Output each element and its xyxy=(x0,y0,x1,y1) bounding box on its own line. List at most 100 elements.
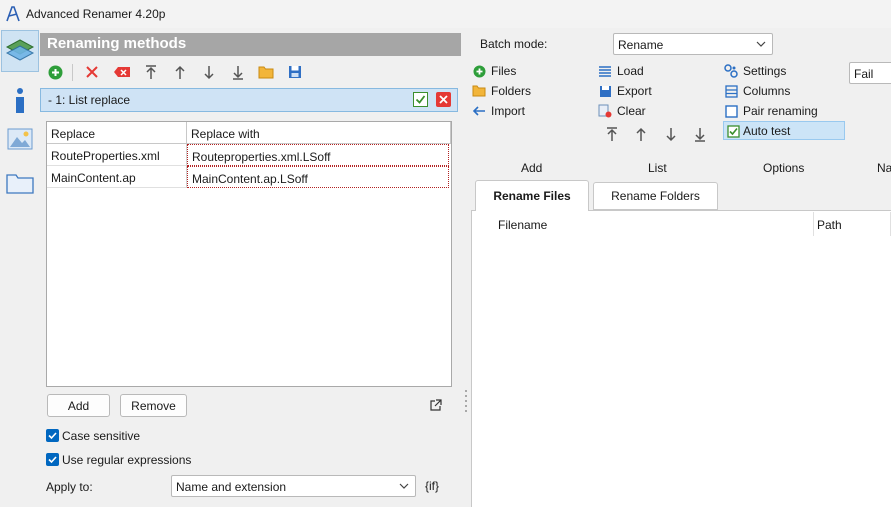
move-up-button[interactable] xyxy=(172,64,188,80)
check-icon xyxy=(415,95,426,104)
regex-checkbox[interactable] xyxy=(46,453,59,466)
clear-methods-button[interactable] xyxy=(112,64,132,80)
method-enabled-toggle[interactable] xyxy=(413,92,428,107)
export-button[interactable]: Export xyxy=(617,84,652,98)
section-add-label: Add xyxy=(521,161,543,175)
grid-header-replace-with[interactable]: Replace with xyxy=(187,122,451,144)
splitter-grip[interactable] xyxy=(465,395,467,397)
checkbox-empty-icon xyxy=(724,104,738,118)
grid-header-replace[interactable]: Replace xyxy=(47,122,187,144)
list-move-top-button[interactable] xyxy=(604,126,620,142)
add-files-icon xyxy=(472,64,486,78)
grid-cell[interactable]: RouteProperties.xml xyxy=(47,144,187,166)
arrow-up-icon xyxy=(636,127,646,141)
eraser-icon xyxy=(114,67,130,77)
info-icon xyxy=(16,88,24,113)
list-header-path[interactable]: Path xyxy=(813,212,891,236)
add-row-button[interactable]: Add xyxy=(47,394,110,417)
grid-cell[interactable]: Routeproperties.xml.LSoff xyxy=(187,144,449,166)
splitter-grip[interactable] xyxy=(465,405,467,407)
fail-value: Fail xyxy=(854,67,874,81)
x-icon xyxy=(86,66,98,78)
case-sensitive-checkbox[interactable] xyxy=(46,429,59,442)
window-title: Advanced Renamer 4.20p xyxy=(26,7,166,21)
batch-mode-value: Rename xyxy=(618,38,664,52)
arrow-top-icon xyxy=(146,64,156,79)
vtab-image[interactable] xyxy=(1,118,39,160)
clear-list-icon xyxy=(598,104,612,118)
add-folders-icon xyxy=(472,84,486,98)
close-icon xyxy=(439,95,448,104)
save-icon xyxy=(289,66,301,78)
grid-cell[interactable]: MainContent.ap xyxy=(47,166,187,188)
method-remove-button[interactable] xyxy=(436,92,451,107)
section-list-label: List xyxy=(648,161,667,175)
pair-renaming-label[interactable]: Pair renaming xyxy=(743,104,818,118)
fail-select[interactable]: Fail xyxy=(849,62,891,84)
columns-button[interactable]: Columns xyxy=(743,84,790,98)
apply-to-value: Name and extension xyxy=(176,480,287,494)
popout-button[interactable] xyxy=(427,397,443,413)
import-icon xyxy=(472,104,486,118)
arrow-down-icon xyxy=(666,127,676,141)
add-folders-button[interactable]: Folders xyxy=(491,84,531,98)
export-icon xyxy=(598,84,612,98)
checkmark-icon xyxy=(48,456,57,464)
external-link-icon xyxy=(429,398,442,411)
image-icon xyxy=(7,128,33,150)
arrow-top-icon xyxy=(607,126,617,141)
splitter-grip[interactable] xyxy=(465,410,467,412)
batch-mode-select[interactable]: Rename xyxy=(613,33,773,55)
plus-circle-icon xyxy=(48,65,62,79)
settings-button[interactable]: Settings xyxy=(743,64,786,78)
arrow-bottom-icon xyxy=(695,127,705,142)
chevron-down-icon xyxy=(756,41,766,47)
remove-row-button[interactable]: Remove xyxy=(120,394,187,417)
file-list[interactable] xyxy=(471,211,891,507)
checkbox-checked-icon xyxy=(726,124,740,138)
tab-rename-files[interactable]: Rename Files xyxy=(475,180,589,211)
settings-icon xyxy=(724,64,738,78)
move-down-button[interactable] xyxy=(201,64,217,80)
save-preset-button[interactable] xyxy=(287,64,303,80)
open-preset-button[interactable] xyxy=(258,64,274,80)
if-button[interactable]: {if} xyxy=(425,479,439,493)
apply-to-label: Apply to: xyxy=(46,480,93,494)
auto-test-checkbox[interactable] xyxy=(726,124,740,138)
list-move-down-button[interactable] xyxy=(663,126,679,142)
checkmark-icon xyxy=(48,432,57,440)
splitter-grip[interactable] xyxy=(465,400,467,402)
move-bottom-button[interactable] xyxy=(230,64,246,80)
load-icon xyxy=(598,64,612,78)
splitter-grip[interactable] xyxy=(465,390,467,392)
folder-outline-icon xyxy=(6,174,34,194)
vtab-info[interactable] xyxy=(1,80,39,122)
grid-cell[interactable]: MainContent.ap.LSoff xyxy=(187,166,449,188)
add-method-button[interactable] xyxy=(47,64,63,80)
delete-method-button[interactable] xyxy=(84,64,100,80)
apply-to-select[interactable]: Name and extension xyxy=(171,475,416,497)
import-button[interactable]: Import xyxy=(491,104,525,118)
regex-label: Use regular expressions xyxy=(62,453,192,467)
tab-rename-folders[interactable]: Rename Folders xyxy=(593,182,718,210)
arrow-bottom-icon xyxy=(233,65,243,80)
layers-icon xyxy=(5,39,35,61)
add-files-button[interactable]: Files xyxy=(491,64,516,78)
app-logo-icon xyxy=(5,5,21,22)
section-naming-label: Na xyxy=(877,161,891,175)
move-top-button[interactable] xyxy=(143,64,159,80)
renaming-methods-title: Renaming methods xyxy=(47,35,187,52)
list-move-bottom-button[interactable] xyxy=(692,126,708,142)
list-header-filename[interactable]: Filename xyxy=(494,212,814,236)
clear-list-button[interactable]: Clear xyxy=(617,104,646,118)
list-move-up-button[interactable] xyxy=(633,126,649,142)
toolbar-separator xyxy=(72,64,73,81)
vtab-methods[interactable] xyxy=(1,30,39,72)
folder-icon xyxy=(258,66,274,79)
load-button[interactable]: Load xyxy=(617,64,644,78)
batch-mode-label: Batch mode: xyxy=(480,37,548,51)
pair-renaming-checkbox[interactable] xyxy=(724,104,738,118)
vtab-folder[interactable] xyxy=(1,162,39,204)
case-sensitive-label: Case sensitive xyxy=(62,429,141,443)
auto-test-label[interactable]: Auto test xyxy=(743,124,790,138)
